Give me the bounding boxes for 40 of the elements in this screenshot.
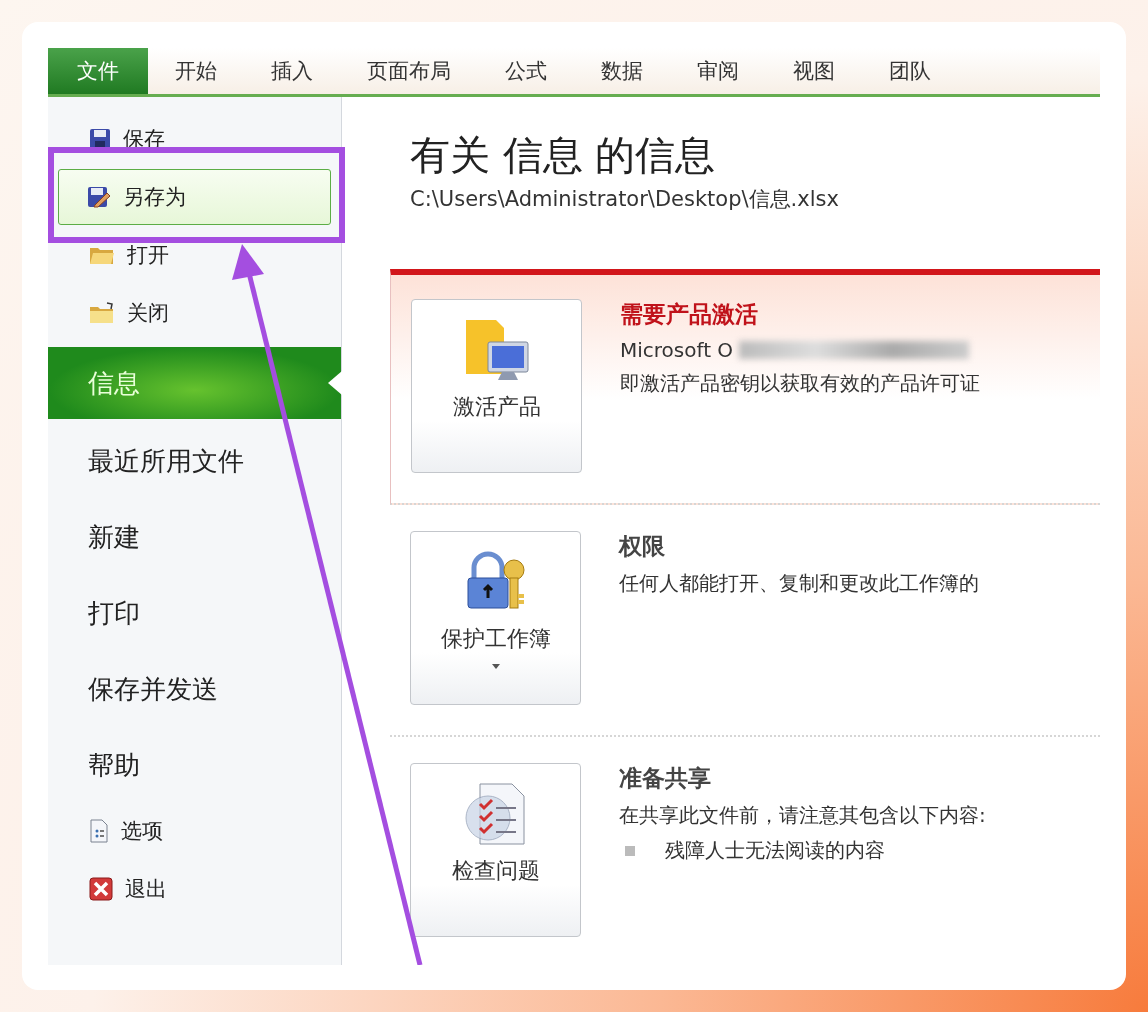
bullet-icon xyxy=(625,845,635,856)
menu-item[interactable]: 退出 xyxy=(48,861,341,917)
file-path: C:\Users\Administrator\Desktop\信息.xlsx xyxy=(410,186,840,213)
menu-item[interactable]: 关闭 xyxy=(48,285,341,341)
action-button[interactable]: 保护工作簿 xyxy=(410,531,581,705)
menu-item[interactable]: 打印 xyxy=(48,575,341,651)
checklist-document-icon xyxy=(463,782,528,846)
ribbon-tab[interactable]: 公式 xyxy=(478,48,574,94)
activation-monitor-icon xyxy=(463,318,530,382)
menu-item[interactable]: 最近所用文件 xyxy=(48,423,341,499)
folder-icon xyxy=(89,245,115,265)
menu-item[interactable]: 选项 xyxy=(48,803,341,859)
menu-item[interactable]: 打开 xyxy=(48,227,341,283)
ribbon-tab[interactable]: 数据 xyxy=(574,48,670,94)
ribbon-tab[interactable]: 页面布局 xyxy=(340,48,478,94)
close-icon xyxy=(89,877,113,901)
action-button[interactable]: 激活产品 xyxy=(411,299,582,473)
description-text: 任何人都能打开、复制和更改此工作簿的 xyxy=(619,570,979,597)
floppy-pencil-icon xyxy=(87,186,111,208)
section-heading: 需要产品激活 xyxy=(620,300,759,329)
description-text: 在共享此文件前，请注意其包含以下内容: xyxy=(619,802,986,829)
ribbon-tab[interactable]: 插入 xyxy=(244,48,340,94)
folder-icon xyxy=(89,302,115,324)
ribbon-tab[interactable]: 视图 xyxy=(766,48,862,94)
document-icon xyxy=(89,819,109,843)
action-button[interactable]: 检查问题 xyxy=(410,763,581,937)
ribbon-tab[interactable]: 开始 xyxy=(148,48,244,94)
section-heading: 权限 xyxy=(619,532,666,561)
description-text: 即激活产品密钥以获取有效的产品许可证 xyxy=(620,370,980,397)
menu-item[interactable]: 帮助 xyxy=(48,727,341,803)
ribbon-tab[interactable]: 审阅 xyxy=(670,48,766,94)
ribbon-tab[interactable]: 文件 xyxy=(48,48,148,94)
ribbon-tab[interactable]: 团队 xyxy=(862,48,958,94)
info-title: 有关 信息 的信息 xyxy=(410,131,717,179)
menu-item[interactable]: 另存为 xyxy=(58,169,331,225)
menu-item[interactable]: 新建 xyxy=(48,499,341,575)
description-text: Microsoft O xyxy=(620,338,734,362)
bullet-text: 残障人士无法阅读的内容 xyxy=(665,837,885,864)
section-heading: 准备共享 xyxy=(619,764,712,793)
menu-item[interactable]: 保存并发送 xyxy=(48,651,341,727)
